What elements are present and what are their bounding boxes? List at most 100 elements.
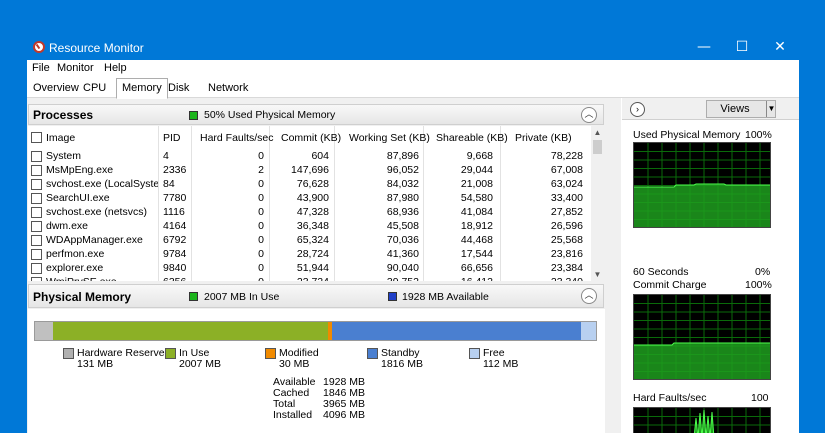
table-cell: 70,036	[386, 234, 419, 246]
hard-faults-graph	[633, 407, 771, 433]
table-cell: 604	[311, 150, 329, 162]
physical-memory-header[interactable]: Physical Memory 2007 MB In Use 1928 MB A…	[28, 284, 604, 308]
table-row[interactable]: WmiPrvSE.exe 6356 0 23,724 39,752 16,412 23,34…	[28, 276, 591, 281]
select-all-checkbox[interactable]	[31, 132, 42, 143]
table-cell: perfmon.exe	[46, 248, 105, 260]
row-checkbox[interactable]	[31, 151, 42, 162]
table-cell: 65,324	[296, 234, 329, 246]
table-cell: 7780	[163, 192, 187, 204]
collapse-physical-memory-icon[interactable]: ︿	[581, 288, 597, 304]
minimize-button[interactable]: —	[685, 36, 723, 60]
table-row[interactable]: System 4 0 604 87,896 9,668 78,228	[28, 150, 591, 164]
views-dropdown-arrow-icon[interactable]: ▼	[766, 101, 776, 117]
legend-swatch	[469, 348, 480, 359]
column-pid[interactable]: PID	[163, 132, 181, 144]
table-cell: 63,024	[550, 178, 583, 190]
table-cell: 4164	[163, 220, 187, 232]
maximize-button[interactable]: ☐	[723, 36, 761, 60]
processes-scrollbar[interactable]: ▲ ▼	[591, 126, 604, 281]
panel-splitter[interactable]	[610, 98, 620, 433]
memory-bar-segment	[35, 322, 53, 340]
commit-charge-area	[634, 343, 770, 379]
row-checkbox[interactable]	[31, 193, 42, 204]
column-commit[interactable]: Commit (KB)	[281, 132, 341, 144]
table-cell: WDAppManager.exe	[46, 234, 143, 246]
table-cell: 4	[163, 150, 169, 162]
close-button[interactable]: ✕	[761, 36, 799, 60]
table-cell: 23,724	[281, 276, 329, 281]
table-cell: 51,944	[296, 262, 329, 274]
table-row[interactable]: explorer.exe 9840 0 51,944 90,040 66,656 23,38…	[28, 262, 591, 276]
table-cell: 0	[258, 262, 264, 274]
table-cell: 6792	[163, 234, 187, 246]
legend-value: 131 MB	[77, 358, 114, 370]
row-checkbox[interactable]	[31, 179, 42, 190]
scroll-down-icon[interactable]: ▼	[591, 268, 604, 281]
graph-title: Hard Faults/sec	[633, 392, 707, 404]
scroll-up-icon[interactable]: ▲	[591, 126, 604, 139]
table-cell: 6356	[163, 276, 188, 281]
available-summary: 1928 MB Available	[402, 291, 489, 303]
row-checkbox[interactable]	[31, 235, 42, 246]
table-cell: dwm.exe	[46, 220, 89, 232]
table-row[interactable]: perfmon.exe 9784 0 28,724 41,360 17,544 23,816	[28, 248, 591, 262]
row-checkbox[interactable]	[31, 249, 42, 260]
table-cell: 25,568	[550, 234, 583, 246]
scroll-thumb[interactable]	[593, 140, 602, 154]
column-private[interactable]: Private (KB)	[515, 132, 572, 144]
table-cell: 27,852	[550, 206, 583, 218]
column-image[interactable]: Image	[46, 132, 75, 144]
legend-value: 30 MB	[279, 358, 310, 370]
table-cell: svchost.exe (netsvcs)	[46, 206, 147, 218]
table-row[interactable]: MsMpEng.exe 2336 2 147,696 96,052 29,044 67,00…	[28, 164, 591, 178]
column-working-set[interactable]: Working Set (KB)	[349, 132, 430, 144]
column-hard-faults[interactable]: Hard Faults/sec	[200, 132, 274, 144]
table-row[interactable]: svchost.exe (LocalSystem... 84 0 76,628 84,0…	[28, 178, 591, 192]
processes-table: Image PID Hard Faults/sec Commit (KB) Wo…	[28, 126, 591, 281]
used-physical-memory-plot	[634, 143, 770, 227]
table-cell: 23,384	[550, 262, 583, 274]
available-swatch	[388, 292, 397, 301]
table-cell: 45,508	[386, 220, 419, 232]
table-cell: 41,084	[460, 206, 493, 218]
memory-stat-label: Installed	[273, 409, 313, 421]
row-checkbox[interactable]	[31, 221, 42, 232]
table-cell: 0	[258, 220, 264, 232]
row-checkbox[interactable]	[31, 165, 42, 176]
table-row[interactable]: dwm.exe 4164 0 36,348 45,508 18,912 26,596	[28, 220, 591, 234]
memory-bar-segment	[581, 322, 596, 340]
table-cell: 39,752	[349, 276, 419, 281]
resource-monitor-window: Resource Monitor — ☐ ✕ File Monitor Help…	[27, 36, 799, 433]
table-cell: 68,936	[386, 206, 419, 218]
row-checkbox[interactable]	[31, 263, 42, 274]
row-checkbox[interactable]	[31, 277, 42, 281]
left-panel: Processes 50% Used Physical Memory ︿ Ima…	[27, 36, 605, 433]
table-cell: 26,596	[550, 220, 583, 232]
table-cell: 29,044	[460, 164, 493, 176]
table-row[interactable]: svchost.exe (netsvcs) 1116 0 47,328 68,936 41…	[28, 206, 591, 220]
graph-title: Commit Charge	[633, 279, 707, 291]
row-checkbox[interactable]	[31, 207, 42, 218]
table-cell: 66,656	[460, 262, 493, 274]
commit-charge-plot	[634, 295, 770, 379]
table-cell: 1116	[163, 206, 185, 218]
table-cell: 43,900	[296, 192, 329, 204]
table-row[interactable]: SearchUI.exe 7780 0 43,900 87,980 54,580 33,40…	[28, 192, 591, 206]
legend-swatch	[367, 348, 378, 359]
table-cell: 2	[258, 164, 264, 176]
table-cell: SearchUI.exe	[46, 192, 110, 204]
legend-value: 112 MB	[483, 358, 519, 370]
legend-swatch	[165, 348, 176, 359]
processes-header[interactable]: Processes 50% Used Physical Memory ︿	[28, 104, 604, 125]
table-header-row: Image PID Hard Faults/sec Commit (KB) Wo…	[28, 127, 591, 147]
graph-toolbar: › Views ▼	[622, 98, 799, 120]
table-cell: 87,980	[386, 192, 419, 204]
table-cell: 9784	[163, 248, 187, 260]
expand-panel-icon[interactable]: ›	[630, 102, 645, 117]
column-shareable[interactable]: Shareable (KB)	[436, 132, 508, 144]
table-cell: 0	[258, 234, 264, 246]
table-row[interactable]: WDAppManager.exe 6792 0 65,324 70,036 44,468 2…	[28, 234, 591, 248]
table-cell: explorer.exe	[46, 262, 104, 274]
table-cell: System	[46, 150, 82, 162]
collapse-processes-icon[interactable]: ︿	[581, 107, 597, 123]
